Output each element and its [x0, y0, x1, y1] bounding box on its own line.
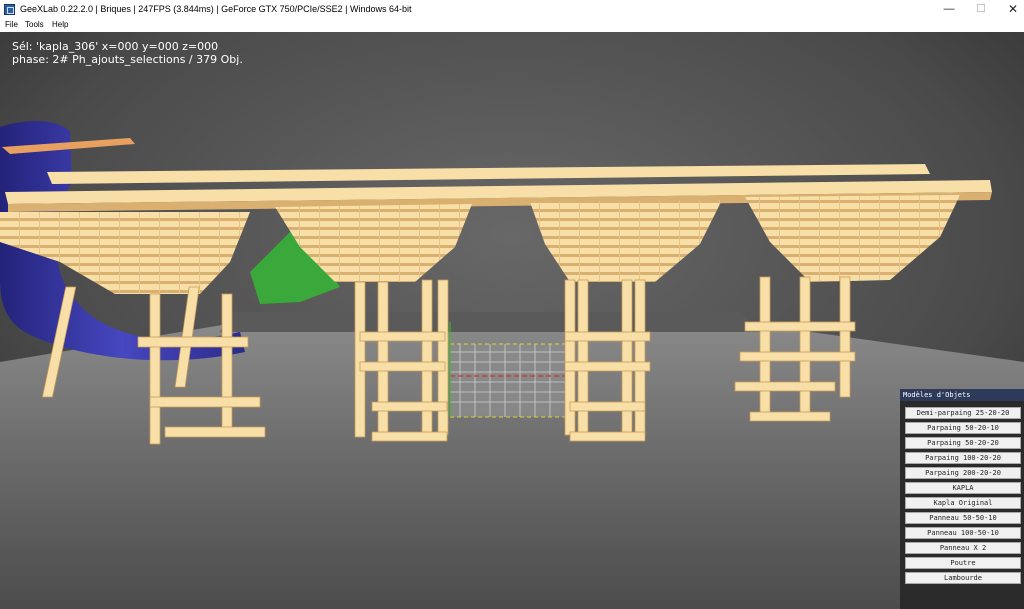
menu-bar: File Tools Help	[0, 19, 1024, 33]
floor-step	[220, 312, 760, 332]
maximize-button[interactable]: ☐	[964, 0, 998, 19]
app-icon	[4, 4, 15, 15]
model-button-parpaing-100-20-20[interactable]: Parpaing 100-20-20	[905, 452, 1021, 464]
menu-help[interactable]: Help	[52, 20, 68, 29]
close-button[interactable]: ✕	[996, 0, 1024, 19]
3d-viewport[interactable]: Sél: 'kapla_306' x=000 y=000 z=000 phase…	[0, 32, 1024, 609]
model-button-lambourde[interactable]: Lambourde	[905, 572, 1021, 584]
model-button-demi-parpaing-25-20-20[interactable]: Demi-parpaing 25-20-20	[905, 407, 1021, 419]
model-button-kapla-original[interactable]: Kapla Original	[905, 497, 1021, 509]
selection-info: Sél: 'kapla_306' x=000 y=000 z=000	[12, 40, 219, 53]
model-button-kapla[interactable]: KAPLA	[905, 482, 1021, 494]
model-button-panneau-50-50-10[interactable]: Panneau 50-50-10	[905, 512, 1021, 524]
scene-render	[0, 32, 1024, 609]
model-button-parpaing-200-20-20[interactable]: Parpaing 200-20-20	[905, 467, 1021, 479]
model-button-panneau-x2[interactable]: Panneau X 2	[905, 542, 1021, 554]
title-bar: GeeXLab 0.22.2.0 | Briques | 247FPS (3.8…	[0, 0, 1024, 19]
panel-title: Modèles d'Objets	[900, 389, 1024, 401]
status-overlay: Sél: 'kapla_306' x=000 y=000 z=000 phase…	[12, 40, 243, 66]
menu-file[interactable]: File	[5, 20, 18, 29]
object-models-panel: Modèles d'Objets Demi-parpaing 25-20-20 …	[900, 389, 1024, 609]
phase-info: phase: 2# Ph_ajouts_selections / 379 Obj…	[12, 53, 243, 66]
menu-tools[interactable]: Tools	[25, 20, 44, 29]
model-button-panneau-100-50-10[interactable]: Panneau 100-50-10	[905, 527, 1021, 539]
minimize-button[interactable]: —	[932, 0, 966, 19]
model-button-parpaing-50-20-10[interactable]: Parpaing 50-20-10	[905, 422, 1021, 434]
model-button-poutre[interactable]: Poutre	[905, 557, 1021, 569]
model-button-parpaing-50-20-20[interactable]: Parpaing 50-20-20	[905, 437, 1021, 449]
window-title: GeeXLab 0.22.2.0 | Briques | 247FPS (3.8…	[20, 4, 412, 14]
